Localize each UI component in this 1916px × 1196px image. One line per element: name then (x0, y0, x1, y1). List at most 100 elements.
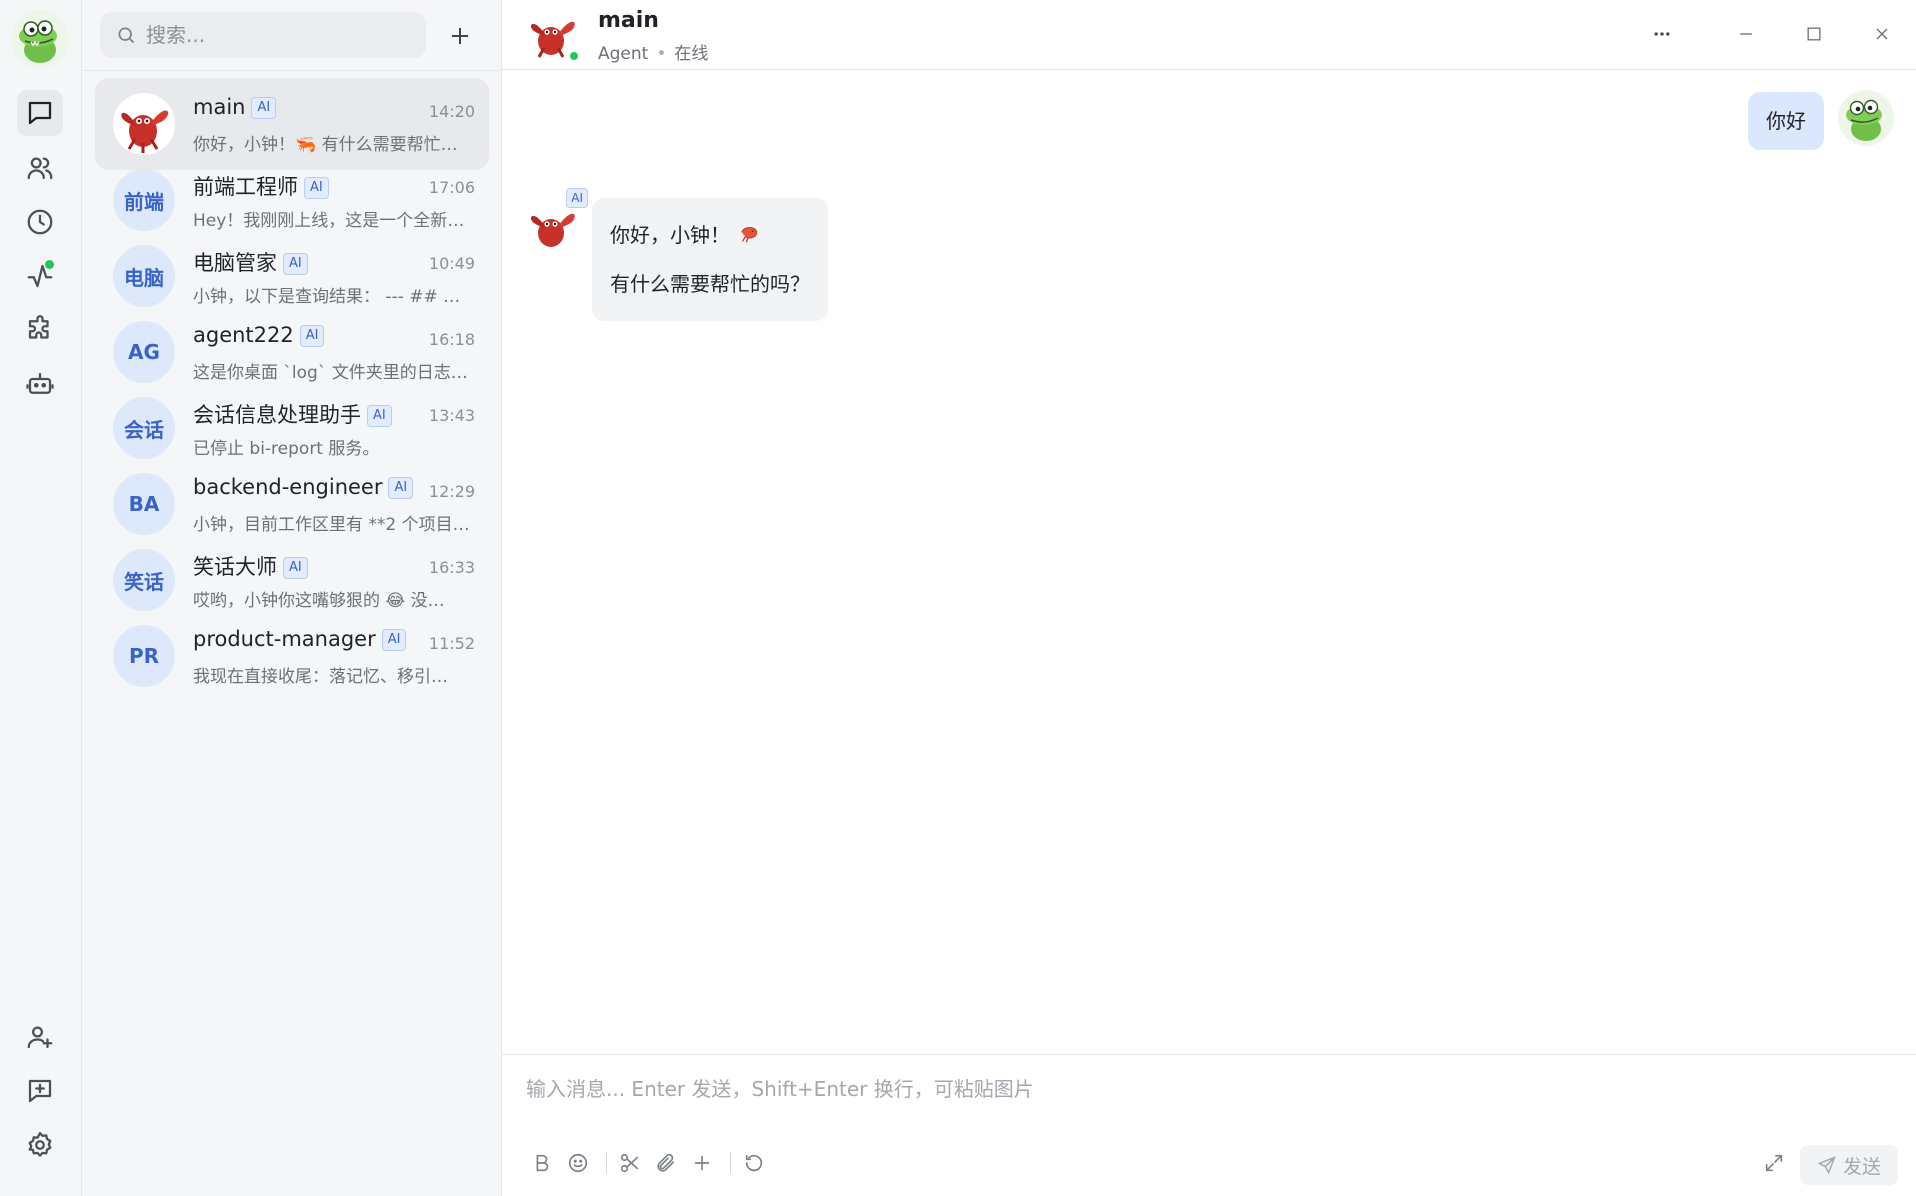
expand-icon (1765, 1154, 1783, 1172)
reset-button[interactable] (736, 1145, 772, 1181)
bot-message: AI 你好，小钟！ 有什么需要帮忙的吗？ (524, 188, 828, 321)
plus-icon (694, 1155, 710, 1171)
conversation-preview: Hey！我刚刚上线，这是一个全新的工作区… (193, 211, 473, 231)
send-icon (1817, 1156, 1836, 1175)
ai-badge: AI (283, 557, 308, 579)
conversation-time: 12:29 (428, 482, 475, 501)
conversation-time: 13:43 (428, 406, 475, 425)
puzzle-icon (28, 315, 49, 339)
message-composer: 发送 (502, 1054, 1916, 1196)
lobster-avatar (113, 93, 175, 155)
conversation-time: 11:52 (428, 634, 475, 653)
text-avatar: 会话 (113, 397, 175, 459)
bold-icon (536, 1154, 549, 1172)
robot-icon (26, 372, 54, 394)
maximize-button[interactable] (1796, 16, 1832, 52)
chat-subtitle: Agent • 在线 (598, 39, 708, 64)
more-options-button[interactable] (1644, 16, 1680, 52)
activity-badge-dot (45, 260, 54, 269)
rail-add-contact-button[interactable] (17, 1014, 63, 1060)
conversation-preview: 你好，小钟！🦐 有什么需要帮忙的吗？ (193, 135, 473, 155)
rail-contacts-button[interactable] (17, 145, 63, 191)
chat-pane: main Agent • 在线 你好 AI 你好，小钟！ 有什么需要帮忙的吗？ … (502, 0, 1916, 1196)
text-avatar: 笑话 (113, 549, 175, 611)
conversation-item-product-manager[interactable]: PR product-manager AI 11:52 我现在直接收尾：落记忆、移… (95, 610, 489, 702)
ai-badge: AI (381, 629, 407, 651)
expand-editor-button[interactable] (1756, 1145, 1792, 1181)
gear-icon (28, 1132, 52, 1157)
rail-chats-button[interactable] (17, 90, 63, 136)
conversation-preview: 小钟，以下是查询结果： --- ## … (193, 287, 461, 307)
clock-icon (27, 209, 53, 235)
minimize-icon (1740, 33, 1752, 35)
more-horizontal-icon (1654, 32, 1670, 36)
new-conversation-button[interactable] (438, 14, 482, 58)
conversation-preview: 我现在直接收尾：落记忆、移引… (193, 667, 448, 687)
search-icon (118, 27, 135, 44)
bot-avatar: AI (524, 188, 588, 254)
send-button[interactable]: 发送 (1800, 1145, 1898, 1185)
message-input[interactable] (526, 1073, 1886, 1133)
minimize-button[interactable] (1728, 16, 1764, 52)
conversation-preview: 哎哟，小钟你这嘴够狠的 😂 没… (193, 591, 445, 611)
toolbar-divider (730, 1152, 731, 1174)
conversation-name: 电脑管家 AI (193, 247, 308, 277)
plus-icon (452, 28, 468, 44)
conversation-preview: 这是你桌面 `log` 文件夹里的日志… (193, 363, 468, 383)
conversation-sidebar: mainAI 14:20 你好，小钟！🦐 有什么需要帮忙的吗？ 前端 前端工程师… (82, 0, 502, 1196)
subtitle-separator: • (656, 44, 667, 64)
close-icon (1876, 28, 1888, 40)
text-avatar: BA (113, 473, 175, 535)
paperclip-icon (657, 1153, 675, 1172)
screenshot-button[interactable] (612, 1145, 648, 1181)
nav-rail (0, 0, 82, 1196)
conversation-name: agent222 AI (193, 323, 325, 347)
close-button[interactable] (1864, 16, 1900, 52)
chat-bubble-icon (28, 101, 52, 125)
bot-message-line: 你好，小钟！ (610, 223, 730, 247)
rail-new-message-button[interactable] (17, 1068, 63, 1114)
scissors-icon (620, 1153, 639, 1173)
conversation-name: backend-engineer AI (193, 475, 414, 499)
user-avatar (1838, 90, 1894, 146)
ai-badge: AI (566, 188, 588, 208)
conversation-name: 笑话大师 AI (193, 551, 308, 581)
insert-button[interactable] (684, 1145, 720, 1181)
app-window: mainAI 14:20 你好，小钟！🦐 有什么需要帮忙的吗？ 前端 前端工程师… (0, 0, 1916, 1196)
conversation-time: 16:18 (428, 330, 475, 349)
bold-button[interactable] (524, 1145, 560, 1181)
my-avatar[interactable] (11, 10, 69, 68)
conversation-name: main AI (193, 95, 277, 119)
rail-bots-button[interactable] (17, 361, 63, 407)
attach-button[interactable] (648, 1145, 684, 1181)
conversation-preview: 小钟，目前工作区里有 **2 个项目**… (193, 515, 473, 535)
chat-header: main Agent • 在线 (502, 0, 1916, 70)
refresh-icon (745, 1154, 763, 1172)
message-list: 你好 AI 你好，小钟！ 有什么需要帮忙的吗？ (502, 70, 1916, 1054)
ai-badge: AI (367, 405, 392, 427)
user-message: 你好 (1748, 90, 1894, 150)
conversation-time: 16:33 (428, 558, 475, 577)
ai-badge: AI (251, 97, 277, 119)
ai-badge: AI (388, 477, 414, 499)
bot-message-bubble: 你好，小钟！ 有什么需要帮忙的吗？ (592, 198, 828, 321)
rail-settings-button[interactable] (17, 1122, 63, 1168)
search-box[interactable] (100, 12, 426, 58)
agent-role: Agent (598, 44, 649, 64)
emoji-button[interactable] (560, 1145, 596, 1181)
message-plus-icon (28, 1079, 52, 1103)
conversation-preview: 已停止 bi-report 服务。 (193, 439, 380, 459)
rail-activity-button[interactable] (17, 253, 63, 299)
user-message-bubble: 你好 (1748, 92, 1824, 150)
search-input[interactable] (146, 23, 416, 47)
text-avatar: PR (113, 625, 175, 687)
rail-plugins-button[interactable] (17, 307, 63, 353)
smile-icon (568, 1153, 588, 1173)
agent-status: 在线 (674, 44, 709, 64)
chat-title: main (598, 8, 659, 33)
shrimp-icon (738, 215, 760, 261)
rail-history-button[interactable] (17, 199, 63, 245)
bot-message-line: 有什么需要帮忙的吗？ (610, 272, 810, 296)
send-label: 发送 (1842, 1155, 1881, 1178)
ai-badge: AI (283, 253, 308, 275)
